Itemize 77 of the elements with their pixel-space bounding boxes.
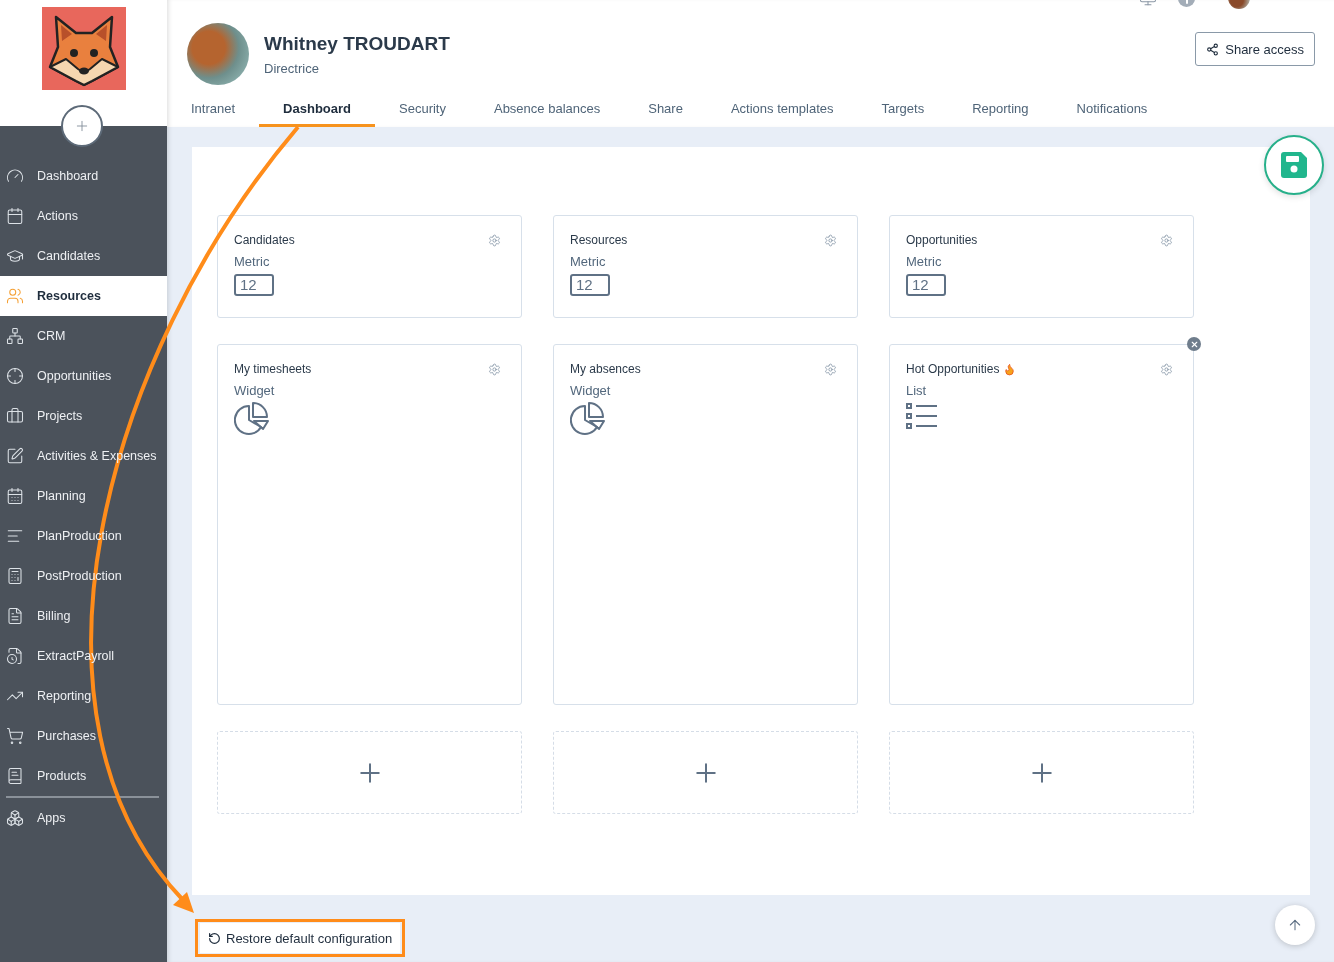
sidebar-item[interactable]: Actions — [0, 196, 167, 236]
card-title: My timesheets — [234, 362, 312, 376]
card-title: Hot Opportunities — [906, 362, 1000, 376]
settings-icon[interactable] — [1160, 362, 1173, 376]
card-type: Metric — [234, 254, 270, 269]
tab[interactable]: Dashboard — [259, 89, 375, 127]
add-widget-slot[interactable] — [553, 731, 858, 814]
sidebar-item[interactable]: CRM — [0, 316, 167, 356]
profile-name: Whitney TROUDART — [264, 32, 450, 55]
add-button[interactable] — [61, 105, 103, 147]
undo-icon — [208, 931, 221, 945]
metric-preview: 12 — [570, 274, 610, 296]
cubes-icon — [6, 809, 24, 827]
share-icon — [1206, 42, 1220, 56]
share-access-button[interactable]: Share access — [1195, 32, 1315, 66]
settings-icon[interactable] — [1160, 233, 1173, 247]
network-icon — [6, 327, 24, 345]
card-type: Widget — [570, 383, 611, 398]
card-type: Metric — [906, 254, 942, 269]
plus-icon — [74, 118, 90, 134]
tab[interactable]: Intranet — [167, 89, 260, 127]
sidebar-item[interactable]: Reporting — [0, 676, 167, 716]
calculator-icon — [6, 567, 24, 585]
add-widget-slot[interactable] — [889, 731, 1194, 814]
settings-icon[interactable] — [824, 362, 837, 376]
restore-default-button[interactable]: Restore default configuration — [200, 923, 401, 953]
tab[interactable]: Absence balances — [469, 89, 625, 127]
gauge-icon — [6, 167, 24, 185]
document-icon — [6, 607, 24, 625]
tab[interactable]: Targets — [857, 89, 949, 127]
briefcase-icon — [6, 407, 24, 425]
metric-preview: 12 — [906, 274, 946, 296]
pie-chart-icon — [570, 402, 606, 436]
card-title: Resources — [570, 233, 628, 247]
sidebar-item[interactable]: Billing — [0, 596, 167, 636]
card-title: Opportunities — [906, 233, 978, 247]
sidebar-item[interactable]: Candidates — [0, 236, 167, 276]
tab[interactable]: Notifications — [1052, 89, 1172, 127]
scroll-top-button[interactable] — [1275, 905, 1315, 945]
settings-icon[interactable] — [488, 233, 501, 247]
card-type: List — [906, 383, 927, 398]
profile-role: Directrice — [264, 60, 319, 76]
tab[interactable]: Security — [375, 89, 470, 127]
tab[interactable]: Share — [624, 89, 707, 127]
document-clock-icon — [6, 647, 24, 665]
pie-chart-icon — [234, 402, 270, 436]
graduation-cap-icon — [6, 247, 24, 265]
calendar-icon — [6, 207, 24, 225]
bars-icon — [6, 527, 24, 545]
sidebar-item[interactable]: Resources — [0, 276, 167, 316]
sidebar-item[interactable]: Planning — [0, 476, 167, 516]
card-type: Metric — [570, 254, 606, 269]
close-button[interactable] — [1187, 337, 1201, 351]
book-icon — [6, 767, 24, 785]
sidebar-item[interactable]: Purchases — [0, 716, 167, 756]
tab[interactable]: Reporting — [948, 89, 1053, 127]
settings-icon[interactable] — [488, 362, 501, 376]
cart-icon — [6, 727, 24, 745]
add-widget-slot[interactable] — [217, 731, 522, 814]
sidebar-item[interactable]: Dashboard — [0, 156, 167, 196]
crosshair-icon — [6, 367, 24, 385]
tab[interactable]: Actions templates — [706, 89, 858, 127]
pencil-square-icon — [6, 447, 24, 465]
close-icon — [1189, 339, 1199, 349]
card-title: My absences — [570, 362, 641, 376]
sidebar-item[interactable]: Products — [0, 756, 167, 796]
metric-preview: 12 — [234, 274, 274, 296]
list-icon — [906, 403, 938, 429]
card-title: Candidates — [234, 233, 295, 247]
sidebar-item[interactable]: Projects — [0, 396, 167, 436]
card-type: Widget — [234, 383, 275, 398]
settings-icon[interactable] — [824, 233, 837, 247]
people-icon — [6, 287, 24, 305]
sidebar-item[interactable]: Opportunities — [0, 356, 167, 396]
sidebar-item[interactable]: Apps — [0, 798, 167, 838]
save-button[interactable] — [1264, 135, 1324, 195]
calendar-icon — [6, 487, 24, 505]
